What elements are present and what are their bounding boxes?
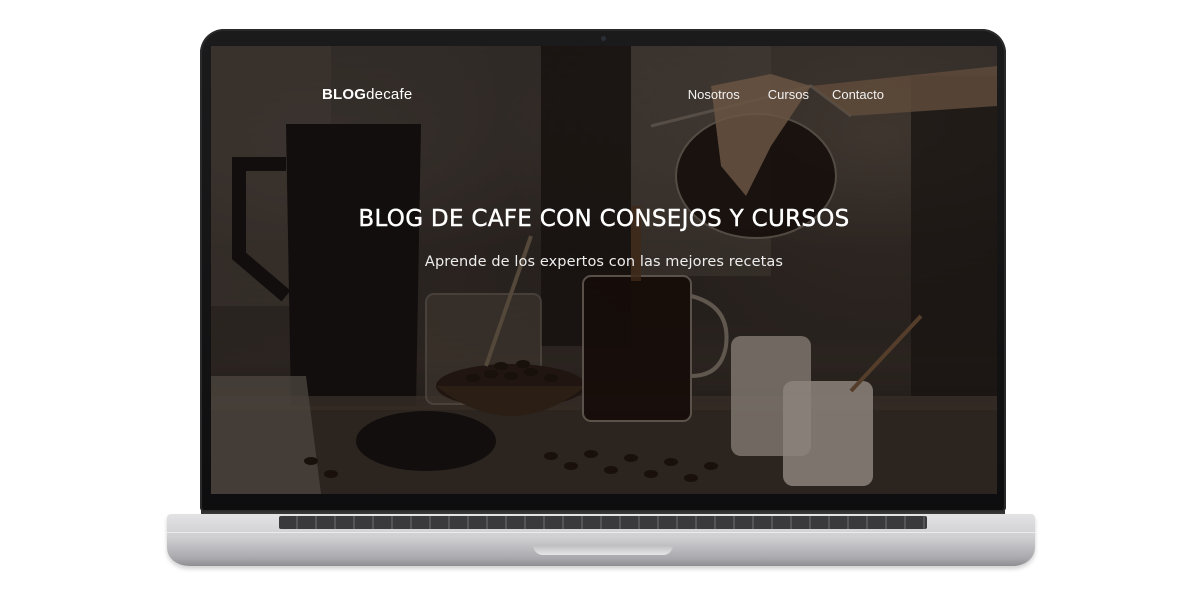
hero-title: BLOG DE CAFE CON CONSEJOS Y CURSOS (358, 206, 850, 232)
base-edge-highlight (167, 532, 1035, 533)
laptop-screen: BLOGdecafe Nosotros Cursos Contacto BLOG… (211, 46, 997, 494)
opening-notch (533, 545, 673, 555)
hero-section: BLOG DE CAFE CON CONSEJOS Y CURSOS Apren… (211, 206, 997, 270)
dark-overlay (211, 46, 997, 494)
keyboard-row (279, 516, 927, 529)
nav-link-cursos[interactable]: Cursos (768, 87, 809, 102)
hero-subtitle: Aprende de los expertos con las mejores … (424, 254, 784, 270)
main-nav: Nosotros Cursos Contacto (688, 87, 884, 102)
site-logo[interactable]: BLOGdecafe (322, 86, 412, 103)
camera-icon (601, 36, 606, 41)
nav-link-contacto[interactable]: Contacto (832, 87, 884, 102)
laptop-mockup: BLOGdecafe Nosotros Cursos Contacto BLOG… (0, 0, 1201, 604)
site-header: BLOGdecafe Nosotros Cursos Contacto (211, 86, 997, 106)
logo-bold-text: BLOG (322, 86, 367, 103)
logo-light-text: decafe (366, 86, 413, 103)
nav-link-nosotros[interactable]: Nosotros (688, 87, 740, 102)
